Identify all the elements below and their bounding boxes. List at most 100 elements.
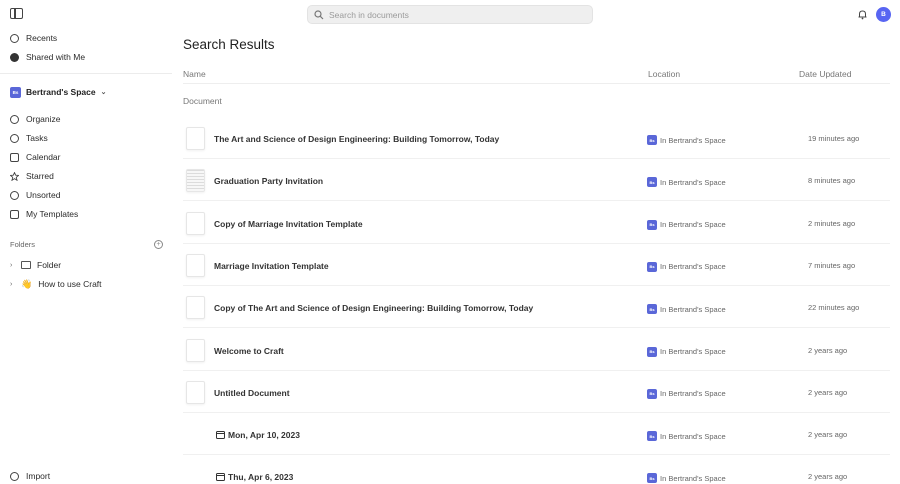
document-title: Mon, Apr 10, 2023 <box>216 430 300 440</box>
date-updated: 2 minutes ago <box>808 218 856 228</box>
sidebar-item-templates[interactable]: My Templates <box>10 206 78 222</box>
folders-heading: Folders <box>10 240 36 249</box>
search-input[interactable] <box>329 9 569 20</box>
space-badge: Bs <box>647 261 657 272</box>
date-updated: 19 minutes ago <box>808 134 860 143</box>
sidebar-item-label: Tasks <box>26 133 48 143</box>
search-bar[interactable] <box>307 5 593 24</box>
date-updated: 2 years ago <box>808 430 848 440</box>
date-updated: 22 minutes ago <box>808 303 860 313</box>
sidebar-item-label: Organize <box>26 114 61 124</box>
location-text: In Bertrand's Space <box>660 262 726 272</box>
folder-label: Folder <box>37 260 62 270</box>
document-thumbnail <box>186 169 205 193</box>
column-header-location[interactable]: Location <box>648 69 680 79</box>
calendar-icon <box>10 152 19 162</box>
table-row[interactable]: Mon, Apr 10, 2023 Bs In Bertrand's Space 2 … <box>183 413 890 456</box>
waving-hand-icon: 👋 <box>21 278 33 289</box>
folder-item-how-to-use-craft[interactable]: › 👋 How to use Craft <box>10 277 102 291</box>
document-thumbnail <box>186 253 205 277</box>
document-thumbnail <box>186 338 205 362</box>
document-thumbnail <box>186 380 205 404</box>
sidebar-item-organize[interactable]: Organize <box>10 111 61 127</box>
table-row[interactable]: The Art and Science of Design Engineerin… <box>183 117 890 159</box>
shared-icon <box>10 52 19 62</box>
space-switcher[interactable]: Bs Bertrand's Space ⌄ <box>10 85 106 99</box>
document-thumbnail <box>186 127 205 150</box>
date-updated: 2 years ago <box>808 387 848 397</box>
document-location: Bs In Bertrand's Space <box>647 219 726 230</box>
table-row[interactable]: Copy of The Art and Science of Design En… <box>183 286 890 329</box>
space-badge: Bs <box>647 177 657 188</box>
add-folder-icon[interactable]: + <box>154 240 163 249</box>
document-title-text: Graduation Party Invitation <box>214 176 324 187</box>
chevron-down-icon: ⌄ <box>100 89 107 96</box>
table-row[interactable]: Copy of Marriage Invitation Template Bs In… <box>183 202 890 244</box>
avatar[interactable]: B <box>876 7 891 22</box>
location-text: In Bertrand's Space <box>660 431 726 441</box>
import-label: Import <box>26 471 51 481</box>
sidebar-item-shared[interactable]: Shared with Me <box>10 49 85 65</box>
chevron-right-icon[interactable]: › <box>10 262 15 269</box>
templates-icon <box>10 209 19 219</box>
location-text: In Bertrand's Space <box>660 220 726 230</box>
document-location: Bs In Bertrand's Space <box>647 261 726 272</box>
sidebar-item-starred[interactable]: Starred <box>10 168 54 184</box>
location-text: In Bertrand's Space <box>660 473 726 483</box>
page-title: Search Results <box>183 37 275 52</box>
import-icon <box>10 471 19 481</box>
location-text: In Bertrand's Space <box>660 304 726 314</box>
import-button[interactable]: Import <box>10 471 50 481</box>
folder-label: How to use Craft <box>38 279 102 289</box>
section-label: Document <box>183 96 222 106</box>
document-location: Bs In Bertrand's Space <box>647 304 726 315</box>
space-badge: Bs <box>10 86 21 98</box>
space-badge: Bs <box>647 346 657 357</box>
document-location: Bs In Bertrand's Space <box>647 135 726 145</box>
calendar-icon <box>216 473 225 482</box>
unsorted-icon <box>10 190 19 200</box>
sidebar-item-unsorted[interactable]: Unsorted <box>10 187 61 203</box>
date-updated: 2 years ago <box>808 472 848 482</box>
space-badge: Bs <box>647 219 657 230</box>
check-circle-icon <box>10 133 19 143</box>
document-thumbnail <box>186 211 205 235</box>
document-title: Graduation Party Invitation <box>214 176 323 186</box>
sidebar-item-label: Recents <box>26 33 58 43</box>
sidebar-item-label: Starred <box>26 171 54 181</box>
chevron-right-icon[interactable]: › <box>10 281 15 288</box>
table-row[interactable]: Graduation Party Invitation Bs In Bertrand… <box>183 159 890 202</box>
location-text: In Bertrand's Space <box>660 389 726 399</box>
table-row[interactable]: Thu, Apr 6, 2023 Bs In Bertrand's Space 2 y… <box>183 455 890 484</box>
document-title: Copy of Marriage Invitation Template <box>214 219 363 229</box>
document-location: Bs In Bertrand's Space <box>647 346 726 357</box>
sidebar-item-label: Calendar <box>26 152 61 162</box>
document-location: Bs In Bertrand's Space <box>647 177 726 188</box>
clock-icon <box>10 33 19 43</box>
document-title-text: Copy of The Art and Science of Design En… <box>214 303 534 314</box>
document-title: Untitled Document <box>214 388 290 398</box>
column-header-date[interactable]: Date Updated <box>799 69 851 79</box>
table-row[interactable]: Marriage Invitation Template Bs In Bertran… <box>183 244 890 286</box>
column-header-name[interactable]: Name <box>183 69 206 79</box>
space-name: Bertrand's Space <box>26 87 96 97</box>
space-badge: Bs <box>647 431 657 442</box>
table-row[interactable]: Untitled Document Bs In Bertrand's Space 2 … <box>183 371 890 413</box>
document-location: Bs In Bertrand's Space <box>647 431 726 442</box>
document-title-text: Thu, Apr 6, 2023 <box>228 472 294 483</box>
divider <box>183 83 890 84</box>
sidebar-item-label: Unsorted <box>26 190 61 200</box>
document-title: Welcome to Craft <box>214 346 284 356</box>
sidebar-item-tasks[interactable]: Tasks <box>10 130 48 146</box>
location-text: In Bertrand's Space <box>660 177 726 187</box>
sidebar-item-label: My Templates <box>26 209 79 219</box>
table-row[interactable]: Welcome to Craft Bs In Bertrand's Space 2 y… <box>183 329 890 371</box>
date-updated: 8 minutes ago <box>808 176 856 186</box>
document-title-text: Mon, Apr 10, 2023 <box>228 430 300 441</box>
folder-item-folder[interactable]: › Folder <box>10 258 61 272</box>
bell-icon[interactable] <box>857 9 868 20</box>
location-text: In Bertrand's Space <box>660 347 726 356</box>
sidebar-item-recents[interactable]: Recents <box>10 30 57 46</box>
sidebar: Recents Shared with Me Bs Bertrand's Spa… <box>0 0 172 484</box>
sidebar-item-calendar[interactable]: Calendar <box>10 149 61 165</box>
